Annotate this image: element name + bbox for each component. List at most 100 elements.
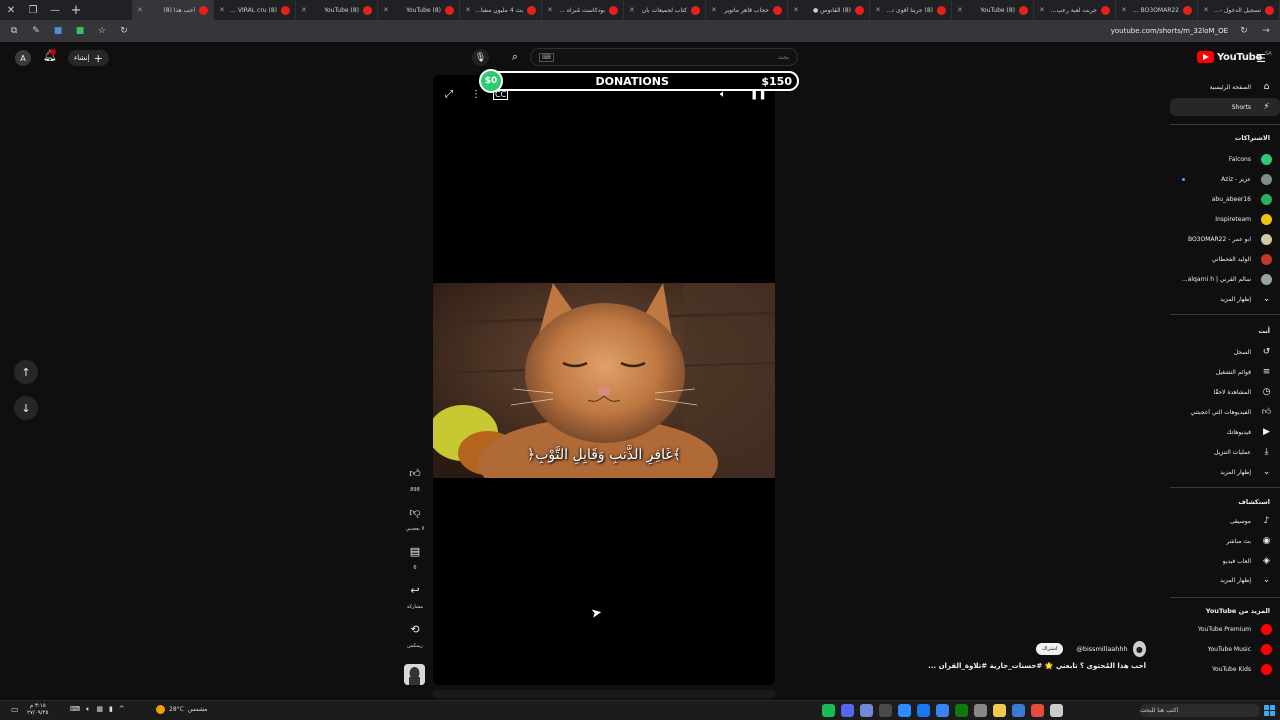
- browser-tab[interactable]: (8) جربنا أقوى تام... ✕: [870, 0, 952, 20]
- next-short-button[interactable]: ↓: [14, 396, 38, 420]
- dislike-button[interactable]: 👎︎ لا يعجبني: [402, 501, 428, 532]
- sidebar-item[interactable]: YouTube Music: [1170, 640, 1280, 658]
- close-tab-icon[interactable]: ✕: [793, 6, 799, 14]
- browser-tab[interactable]: (8) القانوس ● ✕: [788, 0, 870, 20]
- minimize-window-icon[interactable]: —: [44, 0, 66, 20]
- taskbar-app-icon[interactable]: [841, 704, 854, 717]
- taskbar-app-icon[interactable]: [936, 704, 949, 717]
- sidebar-item[interactable]: عزيز - Aziz: [1170, 170, 1280, 188]
- keyboard-icon[interactable]: ⌨: [539, 52, 554, 62]
- close-tab-icon[interactable]: ✕: [1121, 6, 1127, 14]
- sidebar-item[interactable]: YouTube Premium: [1170, 620, 1280, 638]
- close-tab-icon[interactable]: ✕: [301, 6, 307, 14]
- restore-window-icon[interactable]: ❐: [22, 0, 44, 20]
- audio-thumbnail[interactable]: [404, 664, 425, 685]
- menu-icon[interactable]: ☰: [1256, 52, 1266, 65]
- shorts-player[interactable]: ⤢ ⋮ CC 🔈︎ ❚❚ ﴿غَافِرِ الذَّنبِ وَقَابِلِ…: [433, 75, 775, 685]
- taskbar-search-input[interactable]: اكتب هنا للبحث: [1140, 704, 1260, 717]
- weather-widget[interactable]: 28°C مشمس: [156, 705, 208, 714]
- browser-tab[interactable]: حجاب قاهر ماتوير ✕: [706, 0, 788, 20]
- taskbar-clock[interactable]: ٣:١٥ م ٢٧/٠٩/٢٥: [27, 703, 48, 717]
- create-button[interactable]: إنشاء +: [68, 50, 109, 66]
- close-tab-icon[interactable]: ✕: [137, 6, 143, 14]
- sidebar-item[interactable]: ⌂ الصفحة الرئيسية: [1170, 78, 1280, 96]
- browser-tab[interactable]: أحب هذا (8) ✕: [132, 0, 214, 20]
- browser-tab[interactable]: بودكاست مُبراه ... ✕: [542, 0, 624, 20]
- forward-icon[interactable]: →: [1260, 26, 1272, 36]
- sidebar-item[interactable]: سالم القرني | alqarni h...: [1170, 270, 1280, 288]
- channel-handle[interactable]: @bissmillaahhh: [1076, 645, 1127, 653]
- channel-avatar[interactable]: ●: [1132, 641, 1146, 657]
- extension-icon[interactable]: ■: [52, 26, 64, 36]
- close-tab-icon[interactable]: ✕: [957, 6, 963, 14]
- sidebar-item[interactable]: ≡ قوائم التشغيل: [1170, 363, 1280, 381]
- taskbar-app-icon[interactable]: [955, 704, 968, 717]
- extension-icon[interactable]: ■: [74, 26, 86, 36]
- sidebar-section-heading[interactable]: الاشتراكات: [1235, 134, 1270, 142]
- taskbar-app-icon[interactable]: [1031, 704, 1044, 717]
- close-tab-icon[interactable]: ✕: [875, 6, 881, 14]
- network-icon[interactable]: ▦: [96, 705, 103, 714]
- tray-expand-icon[interactable]: ^: [119, 705, 125, 714]
- show-more-button[interactable]: ⌄ إظهار المزيد: [1170, 463, 1280, 481]
- battery-icon[interactable]: ▮: [109, 705, 113, 714]
- previous-short-button[interactable]: ↑: [14, 360, 38, 384]
- more-options-icon[interactable]: ⋮: [471, 89, 481, 100]
- browser-tab[interactable]: كتاب لجميعات بان ✕: [624, 0, 706, 20]
- sidebar-item[interactable]: abu_abeer16: [1170, 190, 1280, 208]
- taskbar-app-icon[interactable]: [860, 704, 873, 717]
- volume-icon[interactable]: 🔈︎: [86, 705, 90, 714]
- sidebar-item[interactable]: ◷ المشاهدة لاحقًا: [1170, 383, 1280, 401]
- taskbar-app-icon[interactable]: [1050, 704, 1063, 717]
- browser-tab[interactable]: بث 4 مليون مشاه... ✕: [460, 0, 542, 20]
- show-more-button[interactable]: ⌄ إظهار المزيد: [1170, 571, 1280, 589]
- show-desktop-icon[interactable]: ▭: [11, 705, 19, 714]
- close-tab-icon[interactable]: ✕: [465, 6, 471, 14]
- search-input[interactable]: ⌨ بحث: [530, 48, 798, 66]
- browser-tab[interactable]: YouTube (8) ✕: [952, 0, 1034, 20]
- sidebar-item[interactable]: Falcons: [1170, 150, 1280, 168]
- taskbar-app-icon[interactable]: [822, 704, 835, 717]
- comments-button[interactable]: ▤ 6: [402, 540, 428, 571]
- sidebar-section-heading[interactable]: المزيد من YouTube: [1206, 607, 1270, 615]
- sidebar-item[interactable]: Inspireteam: [1170, 210, 1280, 228]
- voice-search-icon[interactable]: 🎙︎: [472, 49, 489, 66]
- taskbar-app-icon[interactable]: [1012, 704, 1025, 717]
- taskbar-app-icon[interactable]: [974, 704, 987, 717]
- browser-tab[interactable]: جربت لعبة رعب - ... ✕: [1034, 0, 1116, 20]
- close-tab-icon[interactable]: ✕: [1039, 6, 1045, 14]
- short-title[interactable]: أُحب هذا المُحتوى ؟ تابعني 🌟 #حسنات_جاري…: [920, 662, 1146, 670]
- sidebar-item[interactable]: ◈ ألعاب فيديو: [1170, 552, 1280, 570]
- sidebar-item[interactable]: 👍︎ الفيديوهات التي أعجبتني: [1170, 403, 1280, 421]
- taskbar-app-icon[interactable]: [917, 704, 930, 717]
- close-tab-icon[interactable]: ✕: [711, 6, 717, 14]
- close-tab-icon[interactable]: ✕: [629, 6, 635, 14]
- remix-button[interactable]: ⟲ ريمكس: [402, 618, 428, 649]
- fullscreen-icon[interactable]: ⤢: [445, 89, 453, 100]
- sidebar-item[interactable]: ⤓ عمليات التنزيل: [1170, 443, 1280, 461]
- sidebar-item[interactable]: ◉ بث مباشر: [1170, 532, 1280, 550]
- bookmark-star-icon[interactable]: ☆: [96, 26, 108, 36]
- sidebar-item[interactable]: ابو عمر - BO3OMAR22: [1170, 230, 1280, 248]
- close-tab-icon[interactable]: ✕: [383, 6, 389, 14]
- browser-tab[interactable]: YouTube (8) ✕: [378, 0, 460, 20]
- reload-icon[interactable]: ↻: [118, 26, 130, 36]
- taskbar-app-icon[interactable]: [993, 704, 1006, 717]
- keyboard-icon[interactable]: ⌨: [70, 705, 80, 714]
- progress-track[interactable]: [433, 690, 775, 698]
- sidebar-item[interactable]: ↺ السجل: [1170, 343, 1280, 361]
- new-tab-icon[interactable]: +: [66, 0, 86, 20]
- subscribe-button[interactable]: اشتراك: [1036, 643, 1064, 655]
- sidebar-toggle-icon[interactable]: ⧉: [8, 26, 20, 36]
- sidebar-section-heading[interactable]: استكشاف: [1238, 498, 1270, 506]
- close-tab-icon[interactable]: ✕: [219, 6, 225, 14]
- refresh-icon[interactable]: ↻: [1238, 26, 1250, 36]
- share-button[interactable]: ↩ مشاركة: [402, 579, 428, 610]
- extensions-icon[interactable]: ✎: [30, 26, 42, 36]
- browser-tab[interactable]: YouTube (8) ✕: [296, 0, 378, 20]
- close-tab-icon[interactable]: ✕: [1203, 6, 1209, 14]
- close-window-icon[interactable]: ✕: [0, 0, 22, 20]
- sidebar-section-heading[interactable]: أنت: [1258, 327, 1270, 335]
- sidebar-item[interactable]: ♪ موسيقى: [1170, 512, 1280, 530]
- url-field[interactable]: youtube.com/shorts/m_32loM_OE: [1111, 27, 1228, 35]
